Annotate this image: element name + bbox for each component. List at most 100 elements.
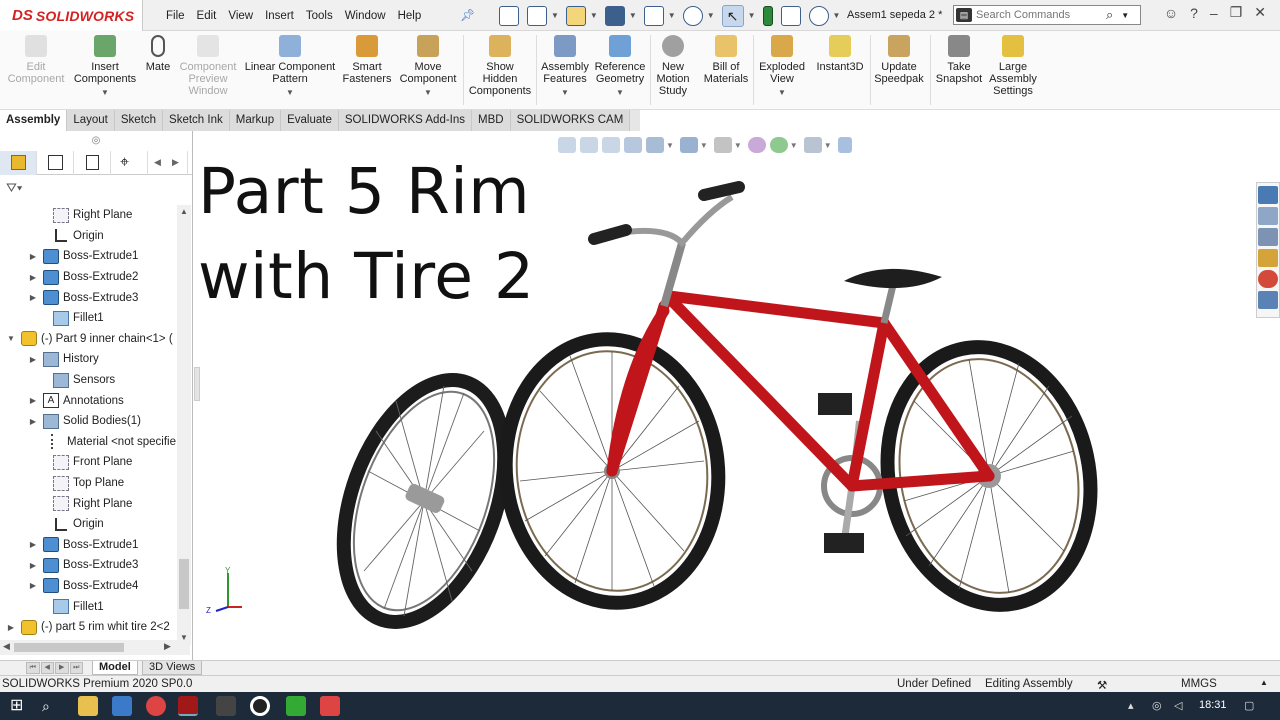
tab-sketch-ink[interactable]: Sketch Ink	[163, 110, 230, 131]
windows-start-icon[interactable]: ⊞	[10, 696, 30, 716]
chevron-down-icon[interactable]: ▼	[833, 11, 841, 20]
expand-icon[interactable]: ▶	[6, 623, 16, 632]
volume-icon[interactable]: ◁	[1174, 699, 1182, 712]
custom-properties-icon[interactable]	[1258, 291, 1278, 309]
collapse-icon[interactable]: ▼	[6, 334, 16, 343]
tab-3d-views[interactable]: 3D Views	[142, 661, 203, 675]
tree-node[interactable]: Origin	[0, 226, 176, 247]
pin-icon[interactable]: 📌︎	[460, 8, 475, 22]
expand-icon[interactable]: ▶	[28, 396, 38, 405]
network-icon[interactable]: ◎	[1152, 699, 1162, 712]
menu-file[interactable]: File	[166, 10, 185, 22]
menu-window[interactable]: Window	[345, 10, 386, 22]
search-icon[interactable]: ⌕	[1106, 7, 1113, 23]
show-hidden-components-button[interactable]: Show Hidden Components	[466, 35, 534, 97]
menu-tools[interactable]: Tools	[306, 10, 333, 22]
rebuild-icon[interactable]: ⚒	[1097, 678, 1107, 692]
view-settings-icon[interactable]	[803, 137, 822, 153]
undo-icon[interactable]	[682, 5, 703, 26]
chevron-down-icon[interactable]: ▼	[748, 11, 756, 20]
chevron-up-icon[interactable]: ▲	[1260, 678, 1268, 687]
feature-manager-tab-icon[interactable]	[0, 151, 37, 175]
large-assembly-settings-button[interactable]: Large Assembly Settings	[988, 35, 1038, 97]
tree-node[interactable]: ▶ Boss-Extrude1	[0, 535, 176, 556]
tree-node[interactable]: ▶ Boss-Extrude3	[0, 555, 176, 576]
restore-icon[interactable]: ❐	[1230, 4, 1243, 21]
triad-icon[interactable]	[837, 137, 852, 153]
notifications-icon[interactable]: ▢	[1244, 699, 1254, 712]
chevron-down-icon[interactable]: ▼	[629, 11, 637, 20]
tree-node-part[interactable]: ▶ (-) part 5 rim whit tire 2<2	[0, 617, 176, 638]
exploded-view-button[interactable]: Exploded View ▼	[756, 35, 808, 99]
property-manager-tab-icon[interactable]	[37, 151, 74, 175]
scroll-left-icon[interactable]: ◀	[3, 641, 10, 652]
edit-component-button[interactable]: Edit Component	[4, 35, 68, 85]
view-palette-icon[interactable]	[1258, 249, 1278, 267]
instant3d-button[interactable]: Instant3D	[813, 35, 867, 73]
solidworks-logo[interactable]: DS SOLIDWORKS	[0, 0, 143, 31]
calculator-icon[interactable]	[216, 696, 236, 716]
tab-sketch[interactable]: Sketch	[114, 110, 164, 131]
bicycle-model[interactable]	[194, 131, 1254, 660]
appearances-icon[interactable]	[1258, 270, 1278, 288]
user-icon[interactable]: ☺	[1164, 5, 1178, 21]
chevron-down-icon[interactable]: ▼	[70, 87, 140, 99]
expand-icon[interactable]: ▶	[28, 581, 38, 590]
first-tab-icon[interactable]: ⏮	[26, 662, 40, 674]
expand-icon[interactable]: ▶	[28, 293, 38, 302]
scroll-up-icon[interactable]: ▲	[180, 207, 188, 216]
close-viewport-icon[interactable]: ✕	[1230, 131, 1240, 132]
new-document-icon[interactable]	[527, 5, 547, 26]
filter-icon[interactable]: ⛛▾	[0, 175, 192, 201]
select-cursor-icon[interactable]: ↖	[721, 4, 744, 27]
tab-layout[interactable]: Layout	[67, 110, 115, 131]
scrollbar-thumb[interactable]	[14, 643, 124, 652]
dynamic-annotation-icon[interactable]	[646, 137, 664, 153]
close-icon[interactable]: ✕	[1254, 4, 1266, 21]
tree-node[interactable]: Front Plane	[0, 452, 176, 473]
expand-icon[interactable]: ▶	[28, 355, 38, 364]
tree-node[interactable]: ▶ A Annotations	[0, 390, 176, 411]
file-explorer-icon[interactable]	[1258, 228, 1278, 246]
move-component-button[interactable]: Move Component ▼	[396, 35, 460, 99]
appearance-icon[interactable]	[769, 137, 788, 153]
tree-node[interactable]: Origin	[0, 514, 176, 535]
mate-button[interactable]: Mate	[142, 35, 174, 73]
taskbar-clock[interactable]: 18:31	[1199, 699, 1227, 711]
tree-node[interactable]: Material <not specifie	[0, 432, 176, 453]
expand-icon[interactable]: ▶	[28, 417, 38, 426]
menu-insert[interactable]: Insert	[265, 10, 294, 22]
next-pane-icon[interactable]: ⎘	[1167, 131, 1177, 132]
chevron-down-icon[interactable]: ▼	[551, 11, 559, 20]
panel-collapse-handle[interactable]	[194, 367, 200, 401]
tree-node[interactable]: Right Plane	[0, 493, 176, 514]
tree-node[interactable]: Right Plane	[0, 205, 176, 226]
tree-node[interactable]: Top Plane	[0, 473, 176, 494]
file-properties-icon[interactable]	[780, 5, 801, 26]
chevron-down-icon[interactable]: ▼	[396, 87, 460, 99]
display-style-icon[interactable]	[713, 137, 732, 153]
tree-node[interactable]: Fillet1	[0, 596, 176, 617]
chevron-down-icon[interactable]: ▼	[700, 141, 708, 150]
record-icon[interactable]	[250, 696, 270, 716]
chevron-down-icon[interactable]: ▼	[666, 141, 674, 150]
scroll-right-icon[interactable]: ▶	[164, 641, 171, 652]
chevron-up-icon[interactable]: ▴	[1128, 699, 1134, 712]
prev-tab-icon[interactable]: ◀	[40, 662, 54, 674]
dimxpert-tab-icon[interactable]: ⌖	[111, 151, 148, 175]
tree-node[interactable]: ▶ Boss-Extrude4	[0, 576, 176, 597]
configuration-manager-tab-icon[interactable]	[74, 151, 111, 175]
tab-evaluate[interactable]: Evaluate	[281, 110, 339, 131]
zoom-to-fit-icon[interactable]	[558, 137, 576, 153]
chevron-down-icon[interactable]: ▼	[1121, 11, 1129, 20]
chrome-icon[interactable]	[146, 696, 166, 716]
tree-node-part[interactable]: ▼ (-) Part 9 inner chain<1> (	[0, 329, 176, 350]
next-tab-icon[interactable]: ▶	[55, 662, 69, 674]
home-icon[interactable]	[499, 5, 519, 26]
previous-view-icon[interactable]	[602, 137, 620, 153]
minimize-viewport-icon[interactable]: –	[1188, 131, 1195, 132]
take-snapshot-button[interactable]: Take Snapshot	[933, 35, 985, 85]
traffic-light-icon[interactable]	[762, 5, 773, 26]
tree-node[interactable]: Fillet1	[0, 308, 176, 329]
view-orientation-icon[interactable]	[679, 137, 698, 153]
